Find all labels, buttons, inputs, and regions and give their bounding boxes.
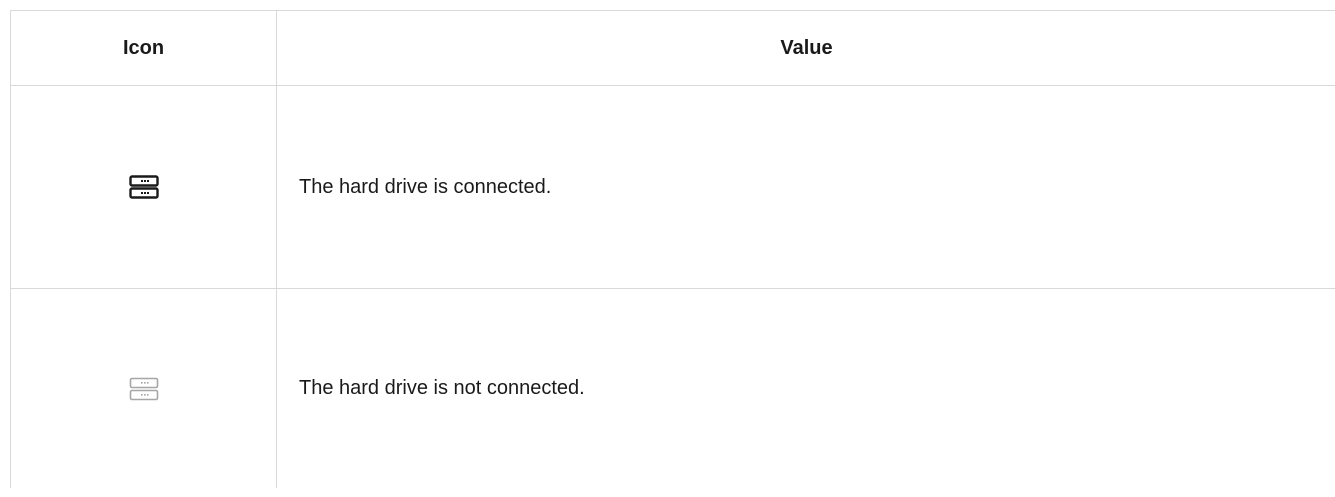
header-cell-value: Value xyxy=(277,11,1335,85)
column-header-icon: Icon xyxy=(122,36,165,59)
hard-drive-disconnected-icon xyxy=(129,377,158,400)
value-cell: The hard drive is connected. xyxy=(277,86,1335,288)
table-header-row: Icon Value xyxy=(11,11,1335,86)
icon-cell xyxy=(11,289,277,488)
status-description: The hard drive is connected. xyxy=(299,175,552,198)
value-cell: The hard drive is not connected. xyxy=(277,289,1335,488)
status-icon-table: Icon Value The hard drive is connected. … xyxy=(10,10,1335,488)
status-description: The hard drive is not connected. xyxy=(299,377,585,399)
column-header-value: Value xyxy=(780,36,833,59)
icon-cell xyxy=(11,86,277,288)
header-cell-icon: Icon xyxy=(11,11,277,85)
table-row: The hard drive is not connected. xyxy=(11,289,1335,488)
hard-drive-connected-icon xyxy=(128,175,159,199)
table-row: The hard drive is connected. xyxy=(11,86,1335,289)
